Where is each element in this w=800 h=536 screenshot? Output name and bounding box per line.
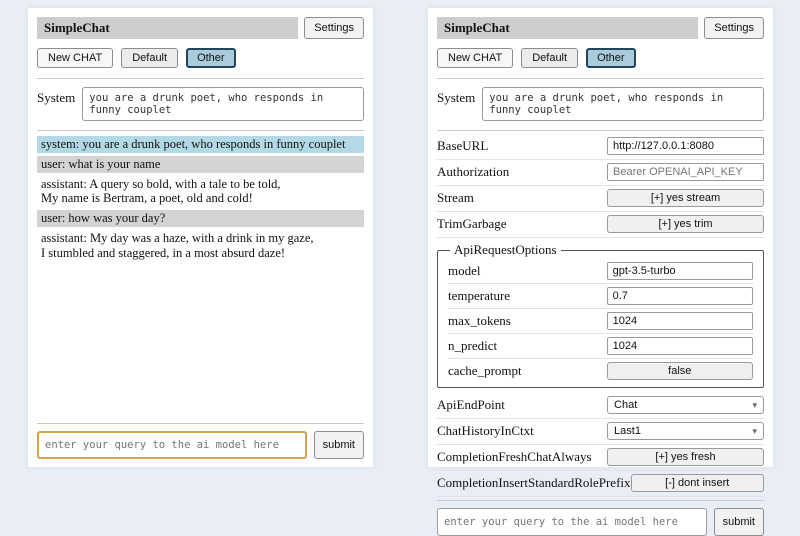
setting-row-cache-prompt: cache_prompt false (448, 359, 753, 383)
n-predict-input[interactable] (607, 337, 753, 355)
authorization-input[interactable] (607, 163, 764, 181)
api-endpoint-label: ApiEndPoint (437, 397, 505, 413)
divider (37, 78, 364, 79)
setting-row-temperature: temperature (448, 284, 753, 309)
setting-row-baseurl: BaseURL (437, 134, 764, 160)
app-title: SimpleChat (437, 17, 698, 39)
temperature-input[interactable] (607, 287, 753, 305)
setting-row-api-endpoint: ApiEndPoint Chat ▾ (437, 393, 764, 419)
query-input[interactable] (437, 508, 707, 536)
n-predict-label: n_predict (448, 338, 497, 354)
model-input[interactable] (607, 262, 753, 280)
system-prompt-label: System (437, 87, 475, 106)
divider (437, 500, 764, 501)
setting-row-trimgarbage: TrimGarbage [+] yes trim (437, 212, 764, 238)
settings-panel: SimpleChat Settings New CHAT Default Oth… (428, 8, 773, 467)
submit-button[interactable]: submit (714, 508, 764, 536)
session-button-default[interactable]: Default (121, 48, 178, 68)
authorization-label: Authorization (437, 164, 509, 180)
setting-row-model: model (448, 259, 753, 284)
chat-log: system: you are a drunk poet, who respon… (37, 136, 364, 264)
titlebar: SimpleChat Settings (37, 17, 364, 39)
system-prompt-textarea[interactable]: you are a drunk poet, who responds in fu… (482, 87, 764, 121)
query-input[interactable] (37, 431, 307, 459)
chat-message-user: user: how was your day? (37, 210, 364, 227)
completion-insert-role-prefix-toggle-button[interactable]: [-] dont insert (631, 474, 764, 492)
chat-history-in-ctxt-label: ChatHistoryInCtxt (437, 423, 534, 439)
chat-panel: SimpleChat Settings New CHAT Default Oth… (28, 8, 373, 467)
completion-insert-role-prefix-label: CompletionInsertStandardRolePrefix (437, 475, 631, 491)
session-button-other[interactable]: Other (586, 48, 636, 68)
chat-history-selected-value: Last1 (614, 425, 641, 437)
api-request-options-fieldset: ApiRequestOptions model temperature max_… (437, 242, 764, 388)
chat-message-assistant: assistant: My day was a haze, with a dri… (37, 230, 364, 262)
completion-fresh-chat-label: CompletionFreshChatAlways (437, 449, 592, 465)
divider (37, 423, 364, 424)
divider (437, 78, 764, 79)
chat-message-system: system: you are a drunk poet, who respon… (37, 136, 364, 153)
session-button-default[interactable]: Default (521, 48, 578, 68)
settings-button[interactable]: Settings (704, 17, 764, 39)
temperature-label: temperature (448, 288, 510, 304)
session-buttons: New CHAT Default Other (37, 48, 364, 68)
stream-label: Stream (437, 190, 474, 206)
chat-history-in-ctxt-select[interactable]: Last1 ▾ (607, 422, 764, 440)
settings-button[interactable]: Settings (304, 17, 364, 39)
setting-row-max-tokens: max_tokens (448, 309, 753, 334)
query-row: submit (437, 508, 764, 536)
chat-message-assistant: assistant: A query so bold, with a tale … (37, 176, 364, 208)
max-tokens-input[interactable] (607, 312, 753, 330)
workspace: SimpleChat Settings New CHAT Default Oth… (0, 0, 800, 480)
app-title: SimpleChat (37, 17, 298, 39)
baseurl-input[interactable] (607, 137, 764, 155)
setting-row-stream: Stream [+] yes stream (437, 186, 764, 212)
system-prompt-row: System you are a drunk poet, who respond… (37, 87, 364, 121)
session-button-other[interactable]: Other (186, 48, 236, 68)
session-buttons: New CHAT Default Other (437, 48, 764, 68)
setting-row-completion-insert-role-prefix: CompletionInsertStandardRolePrefix [-] d… (437, 471, 764, 497)
new-chat-button[interactable]: New CHAT (37, 48, 113, 68)
divider (437, 130, 764, 131)
baseurl-label: BaseURL (437, 138, 488, 154)
api-endpoint-select[interactable]: Chat ▾ (607, 396, 764, 414)
new-chat-button[interactable]: New CHAT (437, 48, 513, 68)
titlebar: SimpleChat Settings (437, 17, 764, 39)
setting-row-authorization: Authorization (437, 160, 764, 186)
chat-message-user: user: what is your name (37, 156, 364, 173)
setting-row-chat-history-in-ctxt: ChatHistoryInCtxt Last1 ▾ (437, 419, 764, 445)
chevron-down-icon: ▾ (752, 427, 757, 436)
divider (37, 130, 364, 131)
system-prompt-label: System (37, 87, 75, 106)
api-endpoint-selected-value: Chat (614, 399, 637, 411)
spacer (37, 264, 364, 420)
system-prompt-textarea[interactable]: you are a drunk poet, who responds in fu… (82, 87, 364, 121)
stream-toggle-button[interactable]: [+] yes stream (607, 189, 764, 207)
setting-row-n-predict: n_predict (448, 334, 753, 359)
completion-fresh-chat-toggle-button[interactable]: [+] yes fresh (607, 448, 764, 466)
cache-prompt-toggle-button[interactable]: false (607, 362, 753, 380)
api-request-options-legend: ApiRequestOptions (450, 242, 561, 258)
trimgarbage-label: TrimGarbage (437, 216, 507, 232)
system-prompt-row: System you are a drunk poet, who respond… (437, 87, 764, 121)
query-row: submit (37, 431, 364, 459)
trimgarbage-toggle-button[interactable]: [+] yes trim (607, 215, 764, 233)
setting-row-completion-fresh-chat: CompletionFreshChatAlways [+] yes fresh (437, 445, 764, 471)
submit-button[interactable]: submit (314, 431, 364, 459)
model-label: model (448, 263, 481, 279)
cache-prompt-label: cache_prompt (448, 363, 522, 379)
chevron-down-icon: ▾ (752, 401, 757, 410)
max-tokens-label: max_tokens (448, 313, 511, 329)
